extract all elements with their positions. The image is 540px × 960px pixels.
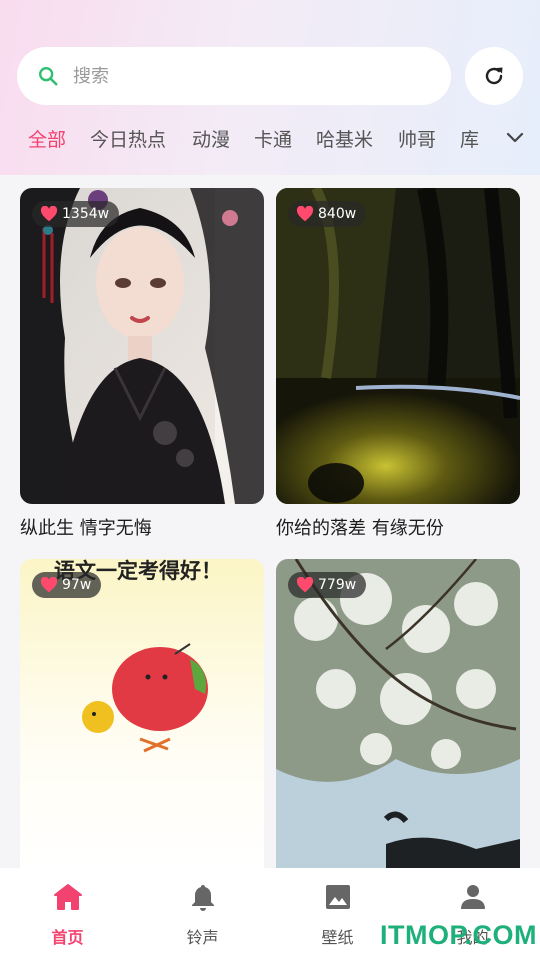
heart-icon <box>40 206 58 222</box>
tab-today-hot[interactable]: 今日热点 <box>90 120 166 160</box>
person-icon <box>460 885 485 909</box>
night-street-photo <box>276 188 520 504</box>
like-count: 1354w <box>62 206 110 222</box>
tab-partial[interactable]: 库 <box>460 120 482 160</box>
wallpaper-thumbnail[interactable]: 1354w <box>20 188 264 504</box>
like-badge: 840w <box>288 201 367 227</box>
girl-illustration <box>20 188 264 504</box>
nav-label: 铃声 <box>186 928 219 947</box>
wallpaper-card[interactable]: 1354w 纵此生 情字无悔 <box>20 188 264 540</box>
wallpaper-title: 你给的落差 有缘无份 <box>276 518 444 539</box>
search-bar[interactable] <box>17 47 451 105</box>
expand-tabs-button[interactable] <box>502 126 528 150</box>
tab-hajimi[interactable]: 哈基米 <box>316 120 373 160</box>
image-icon <box>325 885 350 909</box>
tab-cartoon[interactable]: 卡通 <box>254 120 292 160</box>
category-tabs: 全部 今日热点 动漫 卡通 哈基米 帅哥 库 <box>0 120 540 160</box>
nav-ringtone[interactable]: 铃声 <box>135 868 270 960</box>
like-badge: 779w <box>288 572 367 598</box>
heart-icon <box>40 577 58 593</box>
like-count: 97w <box>62 577 92 593</box>
wallpaper-card[interactable]: 779w <box>276 559 520 868</box>
heart-icon <box>296 577 314 593</box>
watermark-logo: ITMOP.COM <box>380 920 538 950</box>
search-input[interactable] <box>73 65 393 87</box>
tab-anime[interactable]: 动漫 <box>192 120 230 160</box>
nav-label: 壁纸 <box>321 928 354 947</box>
nav-label: 首页 <box>51 928 84 947</box>
tab-all[interactable]: 全部 <box>28 120 66 160</box>
wallpaper-thumbnail[interactable]: 语文一定考得好！ 97w <box>20 559 264 868</box>
wallpaper-card[interactable]: 语文一定考得好！ 97w <box>20 559 264 868</box>
strawberry-cartoon <box>20 559 264 868</box>
search-icon <box>39 67 58 86</box>
like-count: 779w <box>318 577 357 593</box>
heart-icon <box>296 206 314 222</box>
wallpaper-card[interactable]: 840w 你给的落差 有缘无份 <box>276 188 520 540</box>
wallpaper-title: 纵此生 情字无悔 <box>20 518 152 539</box>
chevron-down-icon <box>506 132 524 143</box>
like-badge: 1354w <box>32 201 120 227</box>
tab-handsome[interactable]: 帅哥 <box>398 120 436 160</box>
nav-home[interactable]: 首页 <box>0 868 135 960</box>
blossom-tree-photo <box>276 559 520 868</box>
refresh-button[interactable] <box>465 47 523 105</box>
like-count: 840w <box>318 206 357 222</box>
wallpaper-thumbnail[interactable]: 840w <box>276 188 520 504</box>
bell-icon <box>191 885 214 911</box>
home-icon <box>53 884 82 910</box>
refresh-icon <box>485 67 503 85</box>
wallpaper-thumbnail[interactable]: 779w <box>276 559 520 868</box>
like-badge: 97w <box>32 572 102 598</box>
